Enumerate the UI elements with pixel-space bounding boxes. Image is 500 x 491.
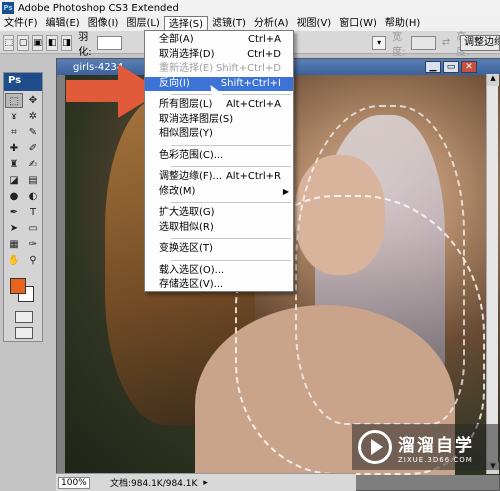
add-selection-icon[interactable]: ▣ bbox=[31, 34, 44, 51]
menu-separator bbox=[171, 238, 291, 239]
menu-window[interactable]: 窗口(W) bbox=[335, 16, 381, 32]
select-menu-dropdown: 全部(A) Ctrl+A 取消选择(D) Ctrl+D 重新选择(E) Shift+C… bbox=[144, 30, 294, 292]
scroll-up-icon[interactable]: ▲ bbox=[487, 74, 499, 86]
menu-item-deselect-layers[interactable]: 取消选择图层(S) bbox=[145, 113, 293, 128]
menu-item-similar-layers[interactable]: 相似图层(Y) bbox=[145, 127, 293, 142]
maximize-icon[interactable]: ▭ bbox=[443, 61, 459, 73]
status-menu-icon[interactable]: ▸ bbox=[203, 478, 208, 488]
healing-brush-icon[interactable]: ✚ bbox=[5, 141, 23, 156]
menu-item-save-selection[interactable]: 存储选区(V)... bbox=[145, 278, 293, 293]
feather-input[interactable] bbox=[97, 35, 122, 50]
document-size: 文档:984.1K/984.1K bbox=[110, 479, 198, 489]
watermark-play-icon bbox=[358, 430, 392, 464]
menu-item-load-selection[interactable]: 载入选区(O)... bbox=[145, 264, 293, 279]
submenu-arrow-icon: ▶ bbox=[282, 186, 289, 196]
title-bar: Ps Adobe Photoshop CS3 Extended bbox=[0, 0, 500, 16]
intersect-selection-icon[interactable]: ◨ bbox=[60, 34, 73, 51]
quick-mask-icon[interactable] bbox=[15, 311, 33, 323]
pen-tool-icon[interactable]: ✒ bbox=[5, 205, 23, 220]
blur-tool-icon[interactable]: ● bbox=[5, 189, 23, 204]
menu-separator bbox=[171, 144, 291, 146]
feather-label: 羽化: bbox=[78, 31, 92, 58]
toolbox-panel: Ps ⬚ ✥ ɤ ✲ ⌗ ✎ ✚ ✐ ♜ ✍ ◪ ▤ ● ◐ ✒ T ➤ ▭ ▦… bbox=[3, 72, 43, 342]
history-brush-icon[interactable]: ✍ bbox=[24, 157, 42, 172]
close-icon[interactable]: ✕ bbox=[461, 61, 477, 73]
magic-wand-icon[interactable]: ✲ bbox=[24, 109, 42, 124]
menu-item-transform-selection[interactable]: 变换选区(T) bbox=[145, 242, 293, 257]
watermark-url: ZIXUE.3D66.COM bbox=[398, 455, 473, 464]
slice-tool-icon[interactable]: ✎ bbox=[24, 125, 42, 140]
menu-item-select-all[interactable]: 全部(A) Ctrl+A bbox=[145, 33, 293, 48]
toolbox-header: Ps bbox=[4, 73, 42, 91]
watermark-title: 溜溜自学 bbox=[398, 435, 474, 456]
photoshop-app-icon: Ps bbox=[2, 2, 14, 14]
menu-item-modify[interactable]: 修改(M) ▶ bbox=[145, 185, 293, 200]
menu-separator bbox=[171, 202, 291, 203]
minimize-icon[interactable]: ▁ bbox=[425, 61, 441, 73]
menu-separator bbox=[171, 94, 291, 95]
eyedropper-tool-icon[interactable]: ✑ bbox=[24, 237, 42, 252]
type-tool-icon[interactable]: T bbox=[24, 205, 42, 220]
lasso-tool-icon[interactable]: ɤ bbox=[5, 109, 23, 124]
menu-file[interactable]: 文件(F) bbox=[0, 16, 42, 32]
zoom-tool-icon[interactable]: ⚲ bbox=[24, 253, 42, 268]
refine-edge-button[interactable]: 调整边缘... bbox=[460, 35, 500, 51]
menu-item-refine-edge[interactable]: 调整边缘(F)... Alt+Ctrl+R bbox=[145, 170, 293, 185]
gradient-tool-icon[interactable]: ▤ bbox=[24, 173, 42, 188]
marquee-tool-icon[interactable]: ⬚ bbox=[5, 93, 23, 108]
dodge-tool-icon[interactable]: ◐ bbox=[24, 189, 42, 204]
screen-mode-icon[interactable] bbox=[15, 327, 33, 339]
menu-item-deselect[interactable]: 取消选择(D) Ctrl+D bbox=[145, 48, 293, 63]
zoom-input[interactable]: 100% bbox=[58, 476, 90, 489]
width-label: 宽度: bbox=[392, 31, 406, 58]
window-title: Adobe Photoshop CS3 Extended bbox=[18, 2, 179, 14]
notes-tool-icon[interactable]: ▦ bbox=[5, 237, 23, 252]
vertical-scrollbar[interactable]: ▲ ▼ bbox=[486, 74, 499, 474]
subtract-selection-icon[interactable]: ◧ bbox=[46, 34, 58, 51]
menu-item-color-range[interactable]: 色彩范围(C)... bbox=[145, 149, 293, 164]
status-bar: 100% 文档:984.1K/984.1K ▸ bbox=[56, 473, 356, 491]
menu-separator bbox=[171, 166, 291, 167]
marquee-tool-preset-icon[interactable]: ⬚ bbox=[3, 34, 15, 51]
stamp-tool-icon[interactable]: ♜ bbox=[5, 157, 23, 172]
selection-marquee-veil bbox=[295, 105, 465, 425]
swap-icon[interactable]: ⇄ bbox=[442, 37, 450, 48]
shape-tool-icon[interactable]: ▭ bbox=[24, 221, 42, 236]
menu-item-grow[interactable]: 扩大选取(G) bbox=[145, 206, 293, 221]
menu-separator bbox=[171, 259, 291, 261]
menu-view[interactable]: 视图(V) bbox=[293, 16, 336, 32]
menu-item-all-layers[interactable]: 所有图层(L) Alt+Ctrl+A bbox=[145, 98, 293, 113]
eraser-tool-icon[interactable]: ◪ bbox=[5, 173, 23, 188]
width-input[interactable] bbox=[410, 35, 436, 50]
foreground-color-swatch[interactable] bbox=[10, 278, 26, 294]
path-select-icon[interactable]: ➤ bbox=[5, 221, 23, 236]
style-dropdown-icon[interactable]: ▾ bbox=[372, 35, 387, 50]
menu-item-similar[interactable]: 选取相似(R) bbox=[145, 221, 293, 236]
brush-tool-icon[interactable]: ✐ bbox=[24, 141, 42, 156]
hand-tool-icon[interactable]: ✋ bbox=[5, 253, 23, 268]
watermark: 溜溜自学 ZIXUE.3D66.COM bbox=[352, 424, 500, 470]
move-tool-icon[interactable]: ✥ bbox=[24, 93, 42, 108]
menu-item-reselect[interactable]: 重新选择(E) Shift+Ctrl+D bbox=[145, 62, 293, 77]
crop-tool-icon[interactable]: ⌗ bbox=[5, 125, 23, 140]
new-selection-icon[interactable]: ▢ bbox=[17, 34, 29, 51]
